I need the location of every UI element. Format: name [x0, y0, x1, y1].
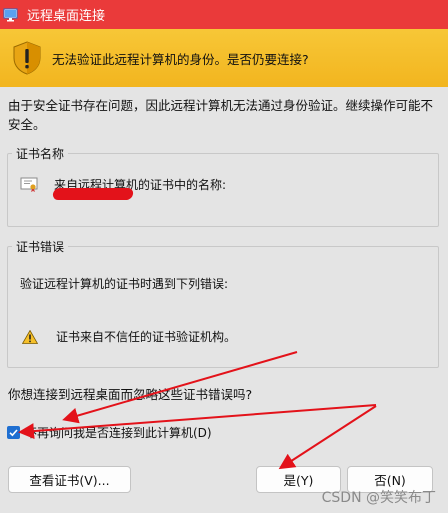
- view-certificate-button[interactable]: 查看证书(V)...: [8, 466, 131, 493]
- certificate-name-legend: 证书名称: [16, 147, 65, 161]
- security-shield-icon: [12, 41, 42, 75]
- window-title: 远程桌面连接: [27, 9, 106, 24]
- warning-banner: 无法验证此远程计算机的身份。是否仍要连接?: [0, 29, 448, 87]
- warning-triangle-icon: [21, 329, 39, 344]
- remote-desktop-icon: [3, 7, 19, 23]
- certificate-error-legend: 证书错误: [16, 240, 65, 254]
- description-text: 由于安全证书存在问题，因此远程计算机无法通过身份验证。继续操作可能不安全。: [8, 98, 434, 132]
- connect-question: 你想连接到远程桌面而忽略这些证书错误吗?: [8, 387, 253, 402]
- dont-ask-again-label[interactable]: 不再询问我是否连接到此计算机(D): [25, 424, 212, 441]
- certificate-error-item: 证书来自不信任的证书验证机构。: [21, 328, 237, 345]
- dont-ask-again-checkbox[interactable]: [7, 426, 20, 439]
- title-bar: 远程桌面连接: [0, 0, 448, 29]
- arrow-to-yes-button: [278, 405, 377, 470]
- certificate-name-group: 证书名称 来自远程计算机的证书中的名称:: [7, 145, 439, 227]
- certificate-error-intro: 验证远程计算机的证书时遇到下列错误:: [20, 277, 229, 291]
- certificate-error-group: 证书错误 验证远程计算机的证书时遇到下列错误: 证书来自不信任的证书验证机构。: [7, 238, 439, 368]
- watermark-text: CSDN @笑笑布丁: [321, 490, 436, 506]
- warning-headline: 无法验证此远程计算机的身份。是否仍要连接?: [52, 51, 309, 67]
- dont-ask-again-option[interactable]: 不再询问我是否连接到此计算机(D): [7, 424, 212, 441]
- redaction-scribble: [52, 188, 134, 200]
- certificate-error-text: 证书来自不信任的证书验证机构。: [56, 330, 237, 344]
- certificate-icon: [20, 177, 38, 193]
